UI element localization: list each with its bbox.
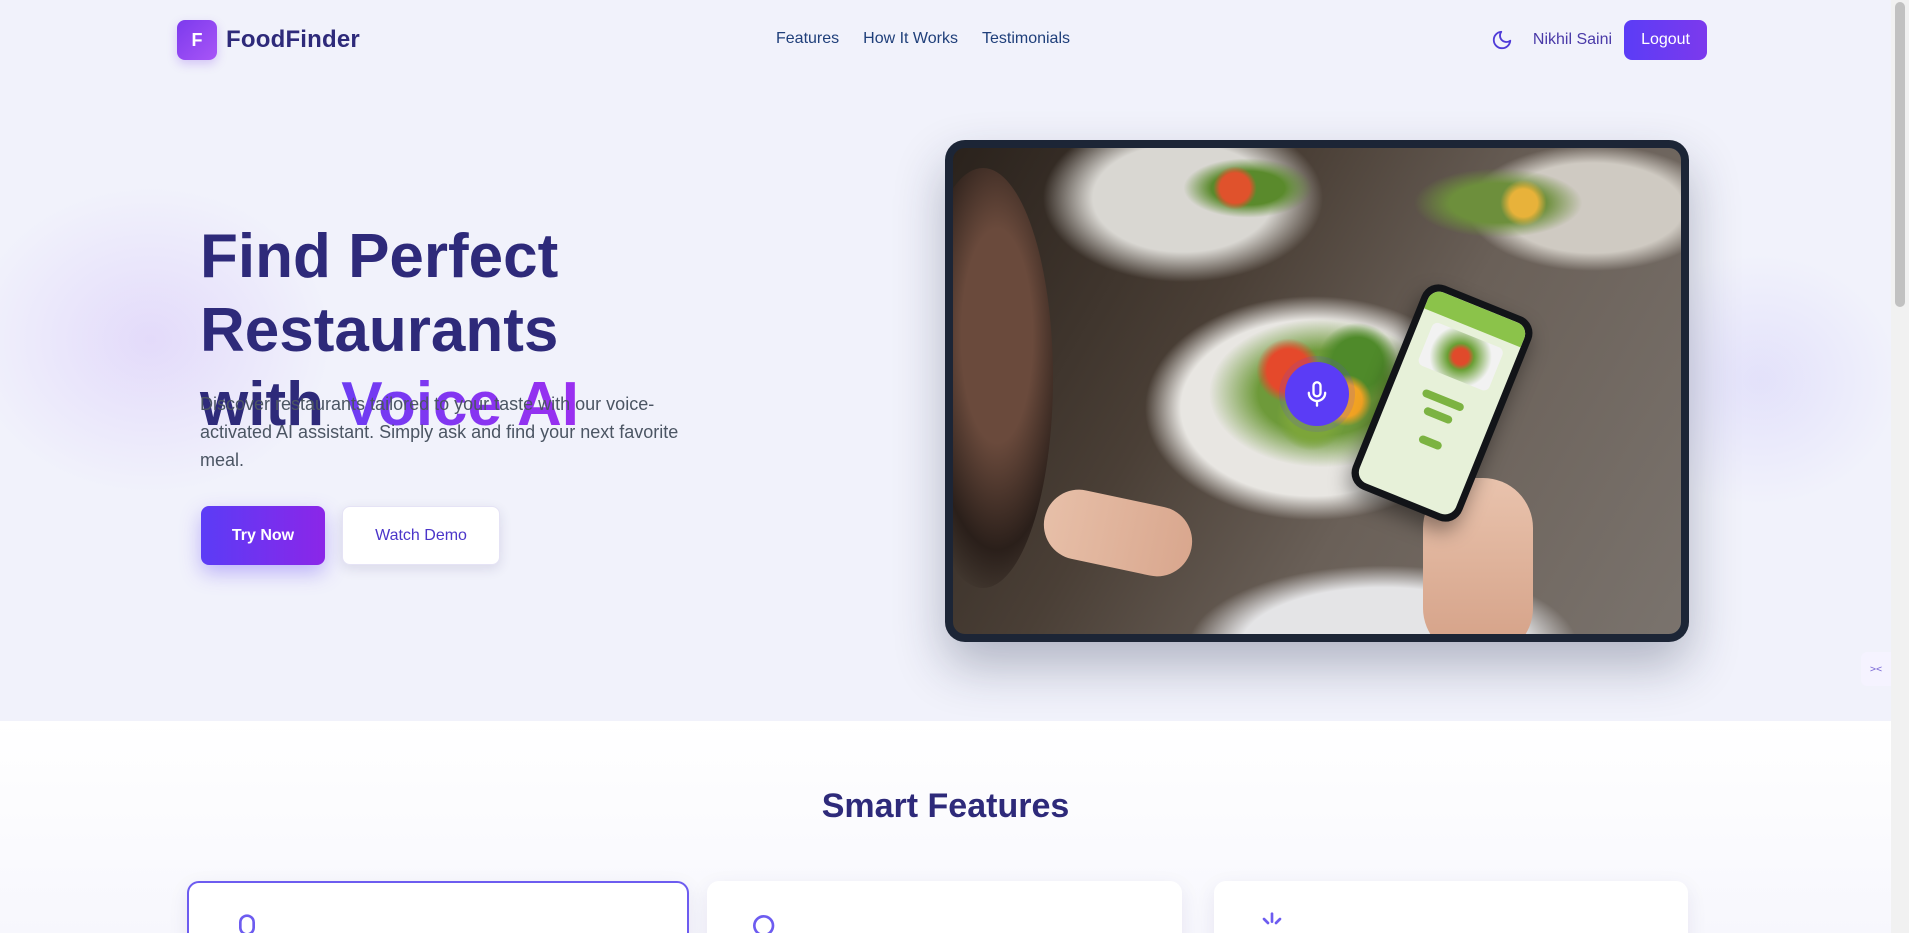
feature-card-voice[interactable] (187, 881, 689, 933)
brand-logo[interactable]: F FoodFinder (177, 20, 360, 60)
nav-link-features[interactable]: Features (776, 30, 839, 48)
hero-subtitle: Discover restaurants tailored to your ta… (200, 394, 679, 470)
moon-icon[interactable] (1489, 27, 1515, 53)
feature-card-personalize[interactable] (1214, 881, 1688, 933)
navbar: F FoodFinder Features How It Works Testi… (0, 0, 1891, 80)
photo-hand-left (1037, 483, 1199, 583)
features-section: Smart Features (0, 721, 1891, 933)
try-now-button[interactable]: Try Now (201, 506, 325, 565)
user-name: Nikhil Saini (1532, 31, 1613, 48)
page: F FoodFinder Features How It Works Testi… (0, 0, 1891, 933)
nav-user-area: Nikhil Saini Logout (1489, 20, 1707, 60)
collapse-icon[interactable]: >< (1861, 652, 1891, 686)
spark-feature-icon (1256, 911, 1288, 933)
photo-person (953, 168, 1053, 588)
brand-name: FoodFinder (226, 26, 360, 53)
logout-button[interactable]: Logout (1624, 20, 1707, 60)
nav-links: Features How It Works Testimonials (776, 30, 1070, 48)
microphone-feature-icon (231, 913, 263, 933)
feature-card-search[interactable] (707, 881, 1182, 933)
watch-demo-button[interactable]: Watch Demo (342, 506, 500, 565)
features-title: Smart Features (821, 787, 1070, 825)
hero-image-frame (945, 140, 1689, 642)
photo-dish-back (1183, 158, 1313, 218)
scrollbar-thumb[interactable] (1895, 2, 1905, 307)
nav-link-testimonials[interactable]: Testimonials (982, 30, 1070, 48)
search-feature-icon (749, 911, 781, 933)
hero-photo (953, 148, 1681, 634)
page-scrollbar[interactable] (1891, 0, 1909, 933)
photo-dish-right (1413, 168, 1583, 238)
microphone-icon[interactable] (1285, 362, 1349, 426)
brand-mark-icon: F (177, 20, 217, 60)
hero-title-line1: Find Perfect Restaurants (200, 222, 559, 365)
nav-link-how-it-works[interactable]: How It Works (863, 30, 958, 48)
